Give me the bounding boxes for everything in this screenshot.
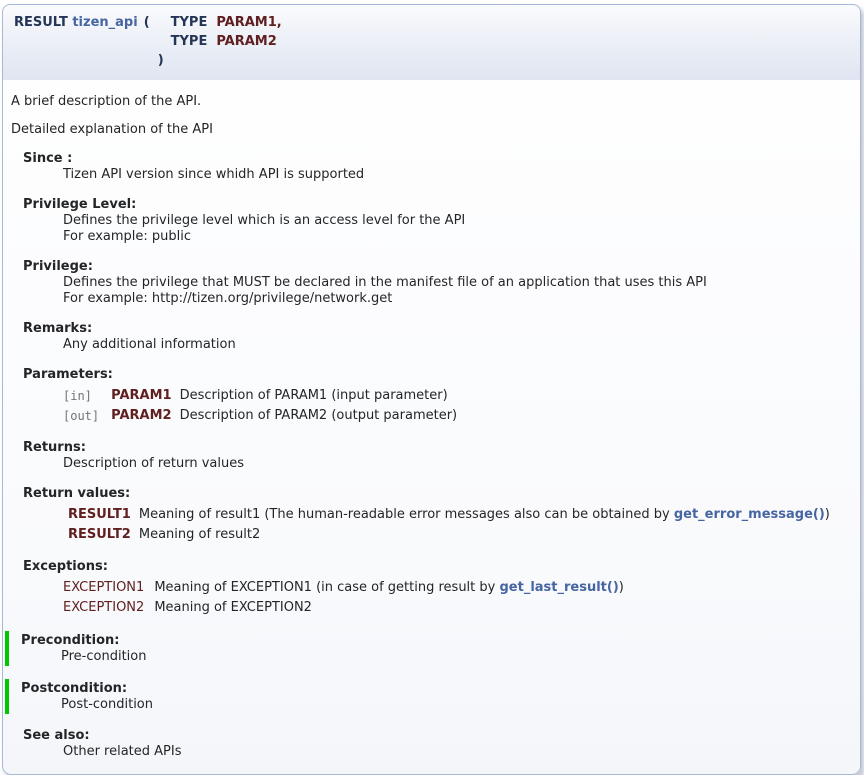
section-postcondition: Postcondition: Post-condition bbox=[5, 679, 852, 714]
return-values-title: Return values: bbox=[23, 485, 852, 502]
api-doc-card: RESULT tizen_api ( TYPE PARAM1, TYPE PAR… bbox=[2, 4, 861, 775]
function-name-link[interactable]: tizen_api bbox=[72, 15, 137, 30]
privilege-level-line2: For example: public bbox=[63, 229, 852, 245]
returns-title: Returns: bbox=[23, 439, 852, 456]
privilege-level-body: Defines the privilege level which is an … bbox=[63, 213, 852, 245]
brief-description: A brief description of the API. bbox=[11, 94, 852, 109]
prototype-memname-cell: RESULT tizen_api bbox=[11, 13, 141, 32]
see-also-title: See also: bbox=[23, 727, 852, 744]
parameters-title: Parameters: bbox=[23, 366, 852, 383]
param-name: PARAM1 bbox=[111, 386, 179, 406]
prototype-row-1: RESULT tizen_api ( TYPE PARAM1, bbox=[11, 13, 285, 32]
privilege-level-title: Privilege Level: bbox=[23, 196, 852, 213]
since-body: Tizen API version since whidh API is sup… bbox=[63, 167, 852, 183]
section-privilege-level: Privilege Level: Defines the privilege l… bbox=[23, 196, 852, 245]
exception-name: EXCEPTION2 bbox=[63, 598, 154, 618]
get-last-result-link[interactable]: get_last_result() bbox=[499, 580, 618, 595]
since-title: Since : bbox=[23, 150, 852, 167]
parameters-table: [in] PARAM1 Description of PARAM1 (input… bbox=[63, 386, 463, 426]
postcondition-body: Post-condition bbox=[61, 697, 852, 713]
return-value-desc-tail: ) bbox=[825, 507, 830, 522]
privilege-title: Privilege: bbox=[23, 258, 852, 275]
section-remarks: Remarks: Any additional information bbox=[23, 320, 852, 353]
exception-name: EXCEPTION1 bbox=[63, 578, 154, 598]
close-paren: ) bbox=[141, 51, 167, 70]
prototype-table: RESULT tizen_api ( TYPE PARAM1, TYPE PAR… bbox=[11, 13, 285, 70]
precondition-title: Precondition: bbox=[9, 632, 852, 649]
parameter-row: [in] PARAM1 Description of PARAM1 (input… bbox=[63, 386, 463, 406]
section-parameters: Parameters: [in] PARAM1 Description of P… bbox=[23, 366, 852, 426]
prototype-row-3: ) bbox=[11, 51, 285, 70]
exception-desc-text: Meaning of EXCEPTION1 (in case of gettin… bbox=[154, 580, 499, 595]
exceptions-body: EXCEPTION1 Meaning of EXCEPTION1 (in cas… bbox=[63, 578, 852, 618]
detailed-description: Detailed explanation of the API bbox=[11, 122, 852, 137]
remarks-title: Remarks: bbox=[23, 320, 852, 337]
precondition-body: Pre-condition bbox=[61, 649, 852, 665]
get-error-message-link[interactable]: get_error_message() bbox=[674, 507, 825, 522]
param-direction: [in] bbox=[63, 386, 111, 406]
privilege-level-line1: Defines the privilege level which is an … bbox=[63, 213, 852, 229]
return-value-description: Meaning of result2 bbox=[139, 525, 836, 545]
parameter-row: [out] PARAM2 Description of PARAM2 (outp… bbox=[63, 406, 463, 426]
param2-type: TYPE bbox=[167, 32, 211, 51]
privilege-line2: For example: http://tizen.org/privilege/… bbox=[63, 291, 852, 307]
exception-description: Meaning of EXCEPTION1 (in case of gettin… bbox=[154, 578, 630, 598]
return-value-row: RESULT1 Meaning of result1 (The human-re… bbox=[63, 505, 836, 525]
exceptions-title: Exceptions: bbox=[23, 558, 852, 575]
prototype-row-2: TYPE PARAM2 bbox=[11, 32, 285, 51]
return-values-body: RESULT1 Meaning of result1 (The human-re… bbox=[63, 505, 852, 545]
section-return-values: Return values: RESULT1 Meaning of result… bbox=[23, 485, 852, 545]
return-value-desc-text: Meaning of result1 (The human-readable e… bbox=[139, 507, 674, 522]
param-name: PARAM2 bbox=[111, 406, 179, 426]
section-exceptions: Exceptions: EXCEPTION1 Meaning of EXCEPT… bbox=[23, 558, 852, 618]
param1-name: PARAM1, bbox=[210, 13, 284, 32]
return-type: RESULT bbox=[14, 15, 68, 30]
exception-desc-tail: ) bbox=[619, 580, 624, 595]
parameters-body: [in] PARAM1 Description of PARAM1 (input… bbox=[63, 386, 852, 426]
section-since: Since : Tizen API version since whidh AP… bbox=[23, 150, 852, 183]
function-prototype-header: RESULT tizen_api ( TYPE PARAM1, TYPE PAR… bbox=[2, 4, 861, 80]
param1-type: TYPE bbox=[167, 13, 211, 32]
exception-row: EXCEPTION1 Meaning of EXCEPTION1 (in cas… bbox=[63, 578, 630, 598]
see-also-body: Other related APIs bbox=[63, 744, 852, 760]
postcondition-title: Postcondition: bbox=[9, 680, 852, 697]
return-value-name: RESULT1 bbox=[63, 505, 139, 525]
return-value-name: RESULT2 bbox=[63, 525, 139, 545]
section-precondition: Precondition: Pre-condition bbox=[5, 631, 852, 666]
open-paren: ( bbox=[141, 13, 167, 32]
privilege-line1: Defines the privilege that MUST be decla… bbox=[63, 275, 852, 291]
return-value-row: RESULT2 Meaning of result2 bbox=[63, 525, 836, 545]
remarks-body: Any additional information bbox=[63, 337, 852, 353]
return-value-description: Meaning of result1 (The human-readable e… bbox=[139, 505, 836, 525]
param-description: Description of PARAM2 (output parameter) bbox=[180, 406, 464, 426]
privilege-body: Defines the privilege that MUST be decla… bbox=[63, 275, 852, 307]
returns-body: Description of return values bbox=[63, 456, 852, 472]
return-values-table: RESULT1 Meaning of result1 (The human-re… bbox=[63, 505, 836, 545]
function-documentation-body: A brief description of the API. Detailed… bbox=[2, 80, 861, 775]
exception-row: EXCEPTION2 Meaning of EXCEPTION2 bbox=[63, 598, 630, 618]
section-returns: Returns: Description of return values bbox=[23, 439, 852, 472]
section-see-also: See also: Other related APIs bbox=[23, 727, 852, 760]
param-description: Description of PARAM1 (input parameter) bbox=[180, 386, 464, 406]
param-direction: [out] bbox=[63, 406, 111, 426]
section-privilege: Privilege: Defines the privilege that MU… bbox=[23, 258, 852, 307]
exception-description: Meaning of EXCEPTION2 bbox=[154, 598, 630, 618]
param2-name: PARAM2 bbox=[210, 32, 284, 51]
exceptions-table: EXCEPTION1 Meaning of EXCEPTION1 (in cas… bbox=[63, 578, 630, 618]
